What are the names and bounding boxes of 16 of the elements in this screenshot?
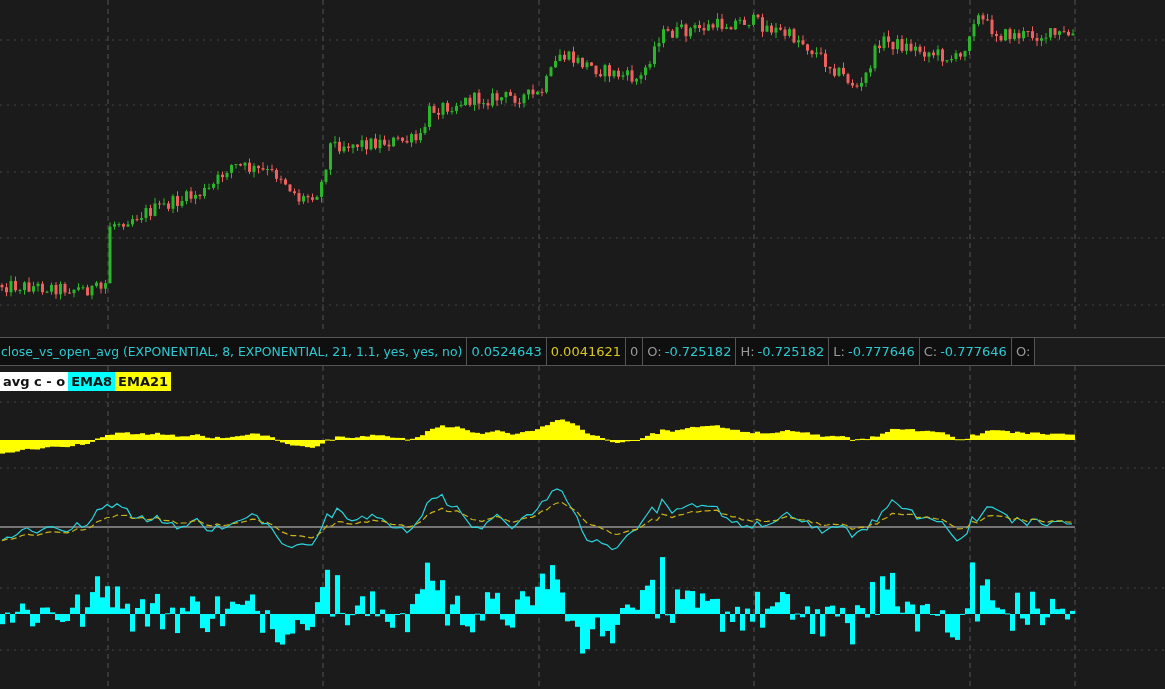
study-title: close_vs_open_avg (EXPONENTIAL, 8, EXPONENTIAL, 21, 1.1, yes, yes, no) [0, 338, 468, 365]
readout-label: O: [1015, 344, 1031, 360]
readout-value: -0.725182 [757, 344, 825, 360]
study-value: 0.0524643 [467, 338, 547, 365]
readout-value: -0.725182 [664, 344, 732, 360]
legend-tag: EMA21 [115, 372, 172, 391]
readout-value: -0.777646 [847, 344, 915, 360]
study-value: 0 [626, 338, 644, 365]
study-value: 0.0041621 [546, 338, 626, 365]
readout-value: -0.777646 [940, 344, 1007, 360]
readout-label: L: [833, 344, 845, 360]
legend-tag: EMA8 [68, 372, 116, 391]
readout-label: H: [740, 344, 755, 360]
legend-tag: avg c - o [0, 372, 69, 391]
readout-label: O: [647, 344, 662, 360]
readout-label: C: [923, 344, 938, 360]
